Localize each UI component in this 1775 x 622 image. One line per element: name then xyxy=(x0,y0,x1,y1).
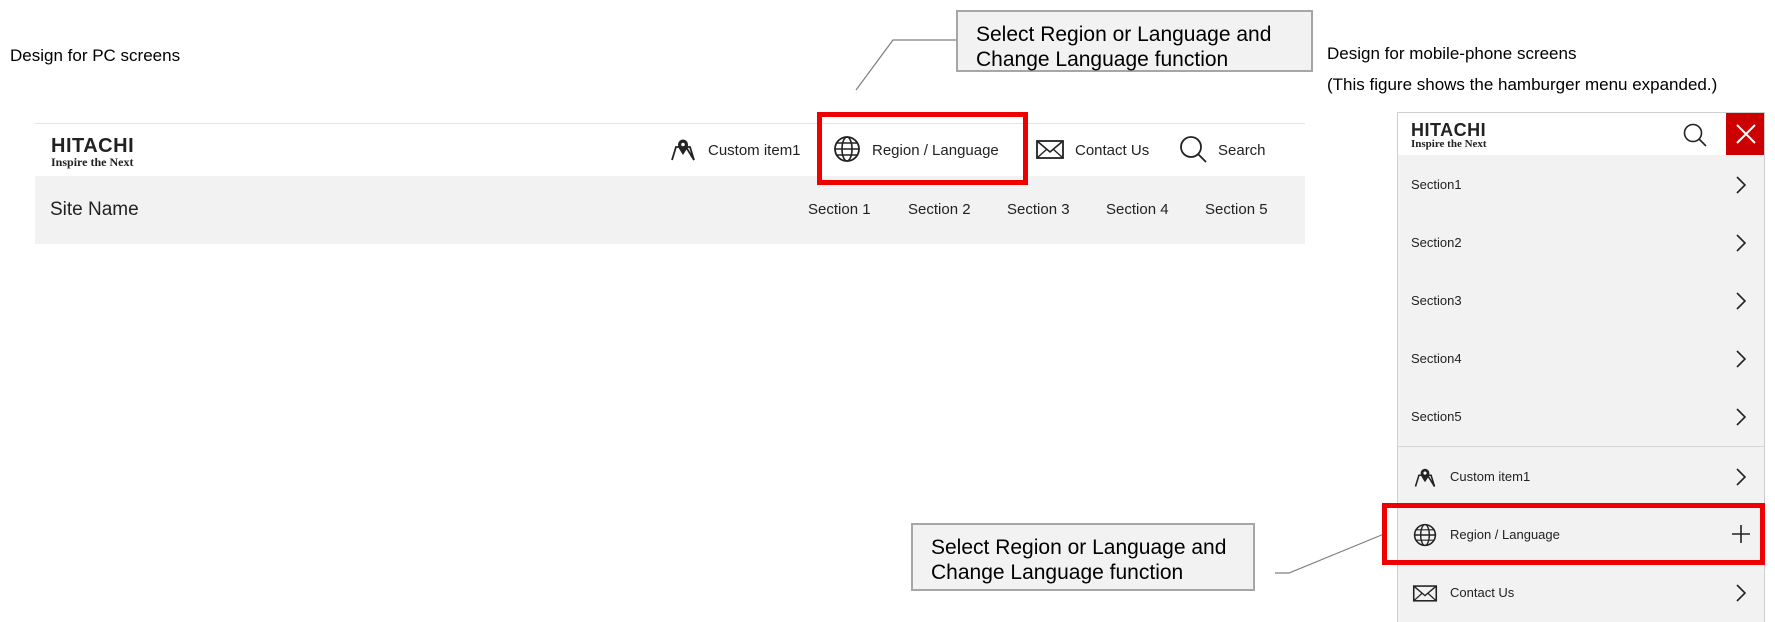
pc-section-link-4[interactable]: Section 4 xyxy=(1106,176,1169,244)
logo-tagline: Inspire the Next xyxy=(1411,138,1487,150)
mobile-region-language-highlight xyxy=(1382,503,1765,565)
chevron-right-icon xyxy=(1736,350,1747,371)
pc-section-link-2[interactable]: Section 2 xyxy=(908,176,971,244)
logo-brand: HITACHI xyxy=(51,135,135,157)
callout-text-line1: Select Region or Language and xyxy=(976,23,1272,46)
search-icon xyxy=(1178,134,1218,168)
mobile-custom-item1-label: Custom item1 xyxy=(1450,468,1531,484)
map-pin-icon xyxy=(668,134,708,168)
mobile-hitachi-logo[interactable]: HITACHI Inspire the Next xyxy=(1411,121,1487,150)
chevron-right-icon xyxy=(1736,408,1747,429)
mobile-header: HITACHI Inspire the Next xyxy=(1398,113,1764,155)
pc-section-link-1[interactable]: Section 1 xyxy=(808,176,871,244)
mobile-contact-us[interactable]: Contact Us xyxy=(1398,563,1764,621)
callout-text-line1: Select Region or Language and xyxy=(931,536,1227,559)
mobile-section-item-5[interactable]: Section5 xyxy=(1398,387,1764,445)
logo-tagline: Inspire the Next xyxy=(51,155,134,169)
pc-utility-bar: HITACHI Inspire the Next Custom item1 Re… xyxy=(35,123,1305,177)
close-menu-button[interactable] xyxy=(1726,113,1764,155)
pc-search-label: Search xyxy=(1218,142,1266,159)
mobile-section-label: Section5 xyxy=(1411,408,1462,424)
pc-region-language-highlight xyxy=(817,112,1028,185)
pc-contact-us-label: Contact Us xyxy=(1075,142,1150,159)
mobile-section-label: Section4 xyxy=(1411,350,1462,366)
pc-section-link-5[interactable]: Section 5 xyxy=(1205,176,1268,244)
mobile-section-label: Section2 xyxy=(1411,234,1462,250)
mobile-contact-us-label: Contact Us xyxy=(1450,584,1515,600)
map-pin-icon xyxy=(1412,464,1438,493)
envelope-icon xyxy=(1412,580,1438,609)
pc-section-link-3[interactable]: Section 3 xyxy=(1007,176,1070,244)
region-language-callout-top: Select Region or Language and Change Lan… xyxy=(956,10,1313,72)
mobile-section-item-1[interactable]: Section1 xyxy=(1398,155,1764,213)
mobile-section-label: Section3 xyxy=(1411,292,1462,308)
pc-header: HITACHI Inspire the Next Custom item1 Re… xyxy=(35,123,1305,244)
mobile-section-label: Section1 xyxy=(1411,176,1462,192)
chevron-right-icon xyxy=(1736,234,1747,255)
pc-search[interactable]: Search xyxy=(1178,124,1266,177)
site-name[interactable]: Site Name xyxy=(50,176,139,244)
pc-custom-item1[interactable]: Custom item1 xyxy=(668,124,801,177)
chevron-right-icon xyxy=(1736,292,1747,313)
hitachi-logo[interactable]: HITACHI Inspire the Next xyxy=(51,136,134,168)
pc-custom-item1-label: Custom item1 xyxy=(708,142,801,159)
mobile-custom-item1[interactable]: Custom item1 xyxy=(1398,447,1764,505)
callout-text-line2: Change Language function xyxy=(931,561,1184,584)
region-language-callout-bottom: Select Region or Language and Change Lan… xyxy=(911,523,1255,591)
mobile-section-item-4[interactable]: Section4 xyxy=(1398,329,1764,387)
mobile-section-item-2[interactable]: Section2 xyxy=(1398,213,1764,271)
chevron-right-icon xyxy=(1736,468,1747,489)
mobile-section-item-3[interactable]: Section3 xyxy=(1398,271,1764,329)
chevron-right-icon xyxy=(1736,176,1747,197)
chevron-right-icon xyxy=(1736,584,1747,605)
search-icon[interactable] xyxy=(1682,122,1708,153)
envelope-icon xyxy=(1035,134,1075,168)
logo-brand: HITACHI xyxy=(1411,120,1487,140)
callout-text-line2: Change Language function xyxy=(976,48,1229,71)
pc-contact-us[interactable]: Contact Us xyxy=(1035,124,1149,177)
